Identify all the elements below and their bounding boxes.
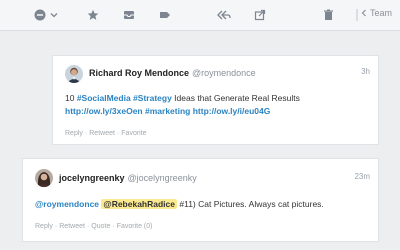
tweet-actions: Reply · Retweet · Favorite (65, 130, 147, 137)
reply-action[interactable]: Reply (65, 130, 83, 137)
tweet-card[interactable]: jocelyngreenky @jocelyngreenky 23m @royme… (22, 158, 379, 242)
hashtag-link[interactable]: #Strategy (133, 93, 172, 103)
url-link[interactable]: http://ow.ly/i/eu04G (193, 106, 271, 116)
retweet-action[interactable]: Retweet (59, 223, 85, 230)
favorite-action[interactable]: Favorite (121, 130, 146, 137)
retweet-action[interactable]: Retweet (89, 130, 115, 137)
quote-action[interactable]: Quote (91, 223, 110, 230)
tweet-links: http://ow.ly/3xeOen #marketing http://ow… (65, 105, 270, 117)
tweet-actions: Reply · Retweet · Quote · Favorite (0) (35, 223, 153, 230)
team-menu[interactable]: Team (361, 8, 392, 18)
url-link[interactable]: http://ow.ly/3xeOen (65, 106, 143, 116)
avatar[interactable] (35, 169, 53, 187)
author-line: jocelyngreenky @jocelyngreenky (59, 173, 197, 183)
chevron-down-icon[interactable] (46, 7, 62, 23)
hashtag-link[interactable]: #marketing (145, 106, 190, 116)
tweet-text-prefix: 10 (65, 93, 77, 103)
team-label: Team (369, 8, 392, 18)
timestamp[interactable]: 3h (361, 67, 370, 76)
mention-link[interactable]: @roymendonce (35, 199, 99, 209)
share-icon[interactable] (252, 7, 268, 23)
trash-icon[interactable] (320, 7, 336, 23)
author-handle[interactable]: @jocelyngreenky (128, 173, 197, 183)
toolbar: Team (0, 0, 400, 31)
hashtag-link[interactable]: #SocialMedia (77, 93, 131, 103)
reply-all-icon[interactable] (216, 7, 232, 23)
avatar[interactable] (65, 65, 83, 83)
author-handle[interactable]: @roymendonce (192, 68, 256, 78)
tag-icon[interactable] (157, 7, 173, 23)
highlighted-mention[interactable]: @RebekahRadice (101, 199, 178, 209)
tweet-text-body: #11) Cat Pictures. Always cat pictures. (177, 199, 324, 209)
author-line: Richard Roy Mendonce @roymendonce (89, 68, 256, 78)
timestamp[interactable]: 23m (354, 172, 370, 181)
tweet-text: @roymendonce @RebekahRadice #11) Cat Pic… (35, 198, 324, 210)
chevron-left-icon (361, 9, 366, 17)
tweet-text-suffix: Ideas that Generate Real Results (171, 93, 300, 103)
tweet-text: 10 #SocialMedia #Strategy Ideas that Gen… (65, 92, 300, 104)
author-name[interactable]: Richard Roy Mendonce (89, 68, 189, 78)
reply-action[interactable]: Reply (35, 223, 53, 230)
tweet-card[interactable]: Richard Roy Mendonce @roymendonce 3h 10 #… (52, 55, 379, 145)
star-icon[interactable] (85, 7, 101, 23)
author-name[interactable]: jocelyngreenky (59, 173, 125, 183)
inbox-icon[interactable] (121, 7, 137, 23)
favorite-action[interactable]: Favorite (0) (117, 223, 153, 230)
